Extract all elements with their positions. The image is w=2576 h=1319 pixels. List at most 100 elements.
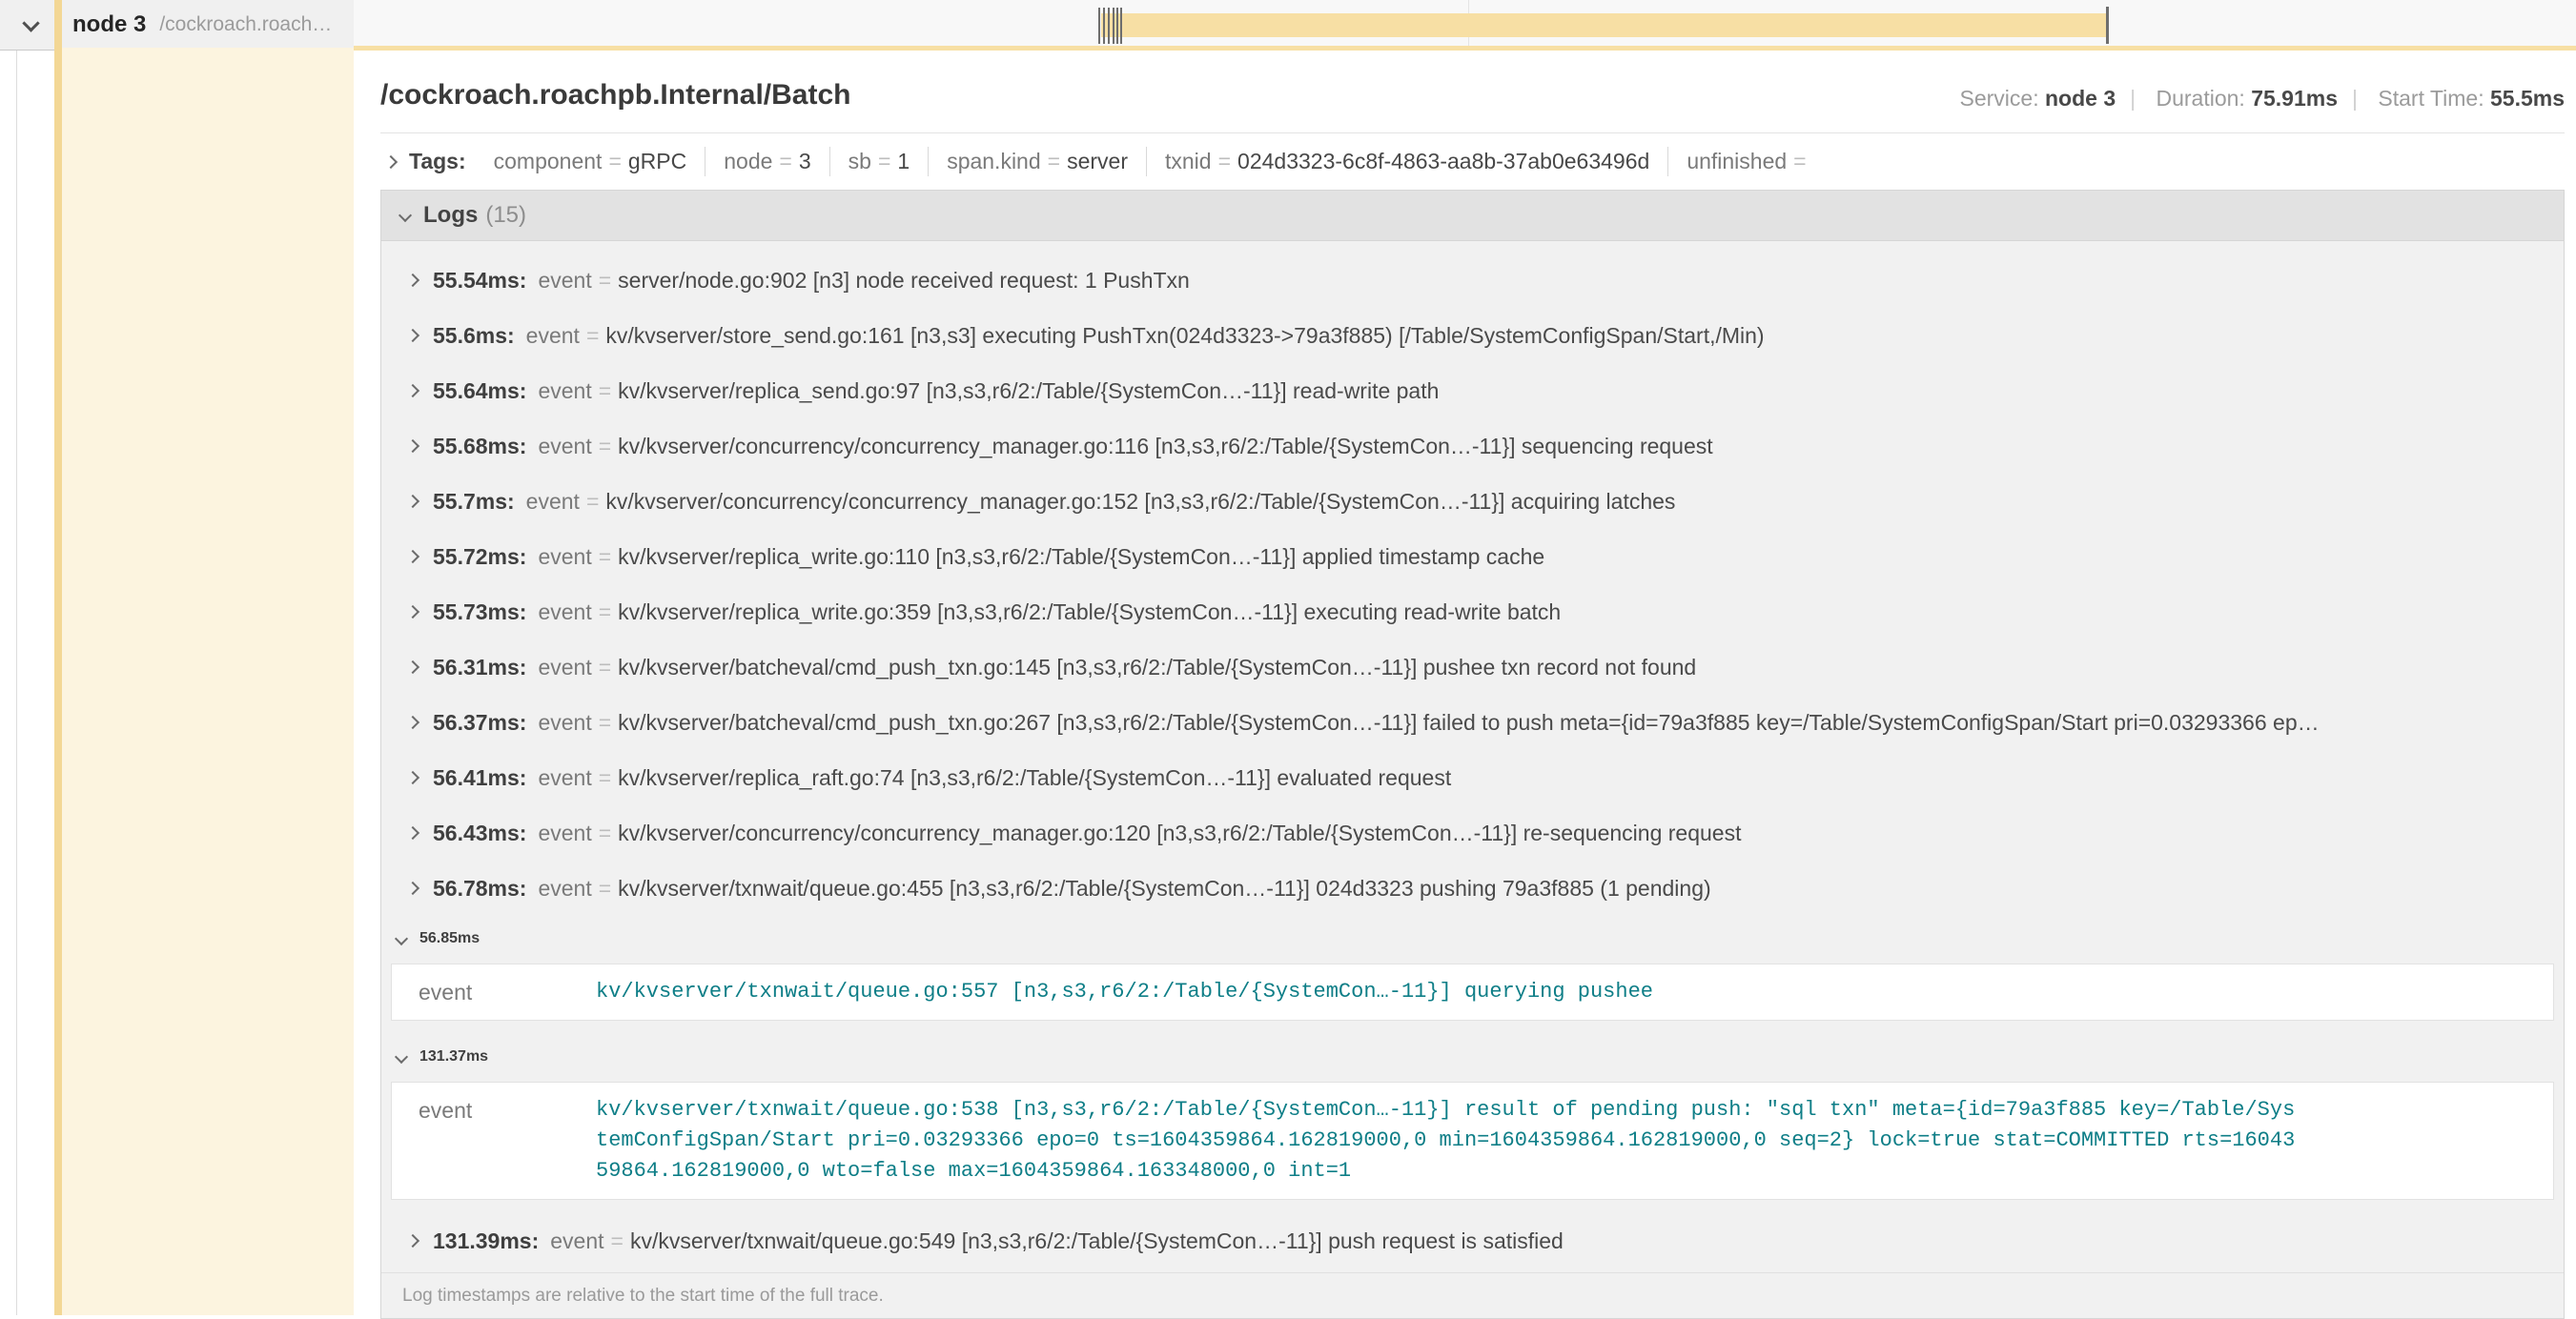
log-marker-icon: [1103, 8, 1105, 44]
tag-key: node: [724, 149, 772, 173]
tag-value: 024d3323-6c8f-4863-aa8b-37ab0e63496d: [1237, 149, 1649, 173]
log-detail-box: event kv/kvserver/txnwait/queue.go:557 […: [391, 964, 2554, 1021]
log-detail-box: event kv/kvserver/txnwait/queue.go:538 […: [391, 1082, 2554, 1200]
log-time: 56.31ms:: [433, 655, 526, 680]
log-field-key: event: [392, 977, 596, 1007]
log-time: 55.72ms:: [433, 544, 526, 570]
log-entry[interactable]: 56.85ms: [381, 916, 2564, 962]
log-time: 55.64ms:: [433, 378, 526, 404]
log-field-key: event: [550, 1228, 603, 1254]
log-field-value: kv/kvserver/concurrency/concurrency_mana…: [605, 489, 1675, 515]
log-entry[interactable]: 56.41ms: event = kv/kvserver/replica_raf…: [381, 750, 2564, 805]
log-marker-icon: [1098, 8, 1100, 44]
tag-key: component: [494, 149, 603, 173]
tag-value: 3: [799, 149, 811, 173]
log-entry[interactable]: 56.43ms: event = kv/kvserver/concurrency…: [381, 805, 2564, 861]
span-detail-panel: /cockroach.roachpb.Internal/Batch Servic…: [354, 46, 2576, 1315]
log-entry[interactable]: 55.7ms: event = kv/kvserver/concurrency/…: [381, 474, 2564, 529]
chevron-right-icon: [406, 274, 419, 287]
log-time: 56.78ms:: [433, 876, 526, 902]
span-service-name: node 3: [72, 11, 146, 38]
logs-count: (15): [485, 202, 526, 229]
logs-accordion-toggle[interactable]: Logs (15): [381, 191, 2564, 241]
log-entry[interactable]: 55.54ms: event = server/node.go:902 [n3]…: [381, 253, 2564, 308]
log-field-key: event: [538, 876, 591, 902]
equals-sign: =: [599, 434, 611, 459]
log-entry[interactable]: 55.68ms: event = kv/kvserver/concurrency…: [381, 418, 2564, 474]
start-time-label: Start Time:: [2378, 86, 2484, 111]
equals-sign: =: [878, 149, 890, 173]
chevron-right-icon: [406, 439, 419, 453]
equals-sign: =: [1793, 149, 1806, 173]
log-entry[interactable]: 131.39ms: event = kv/kvserver/txnwait/qu…: [381, 1213, 2564, 1268]
span-name-cell[interactable]: node 3 /cockroach.roach…: [0, 0, 354, 51]
chevron-right-icon: [406, 1234, 419, 1248]
log-entry[interactable]: 55.64ms: event = kv/kvserver/replica_sen…: [381, 363, 2564, 418]
log-entry[interactable]: 56.78ms: event = kv/kvserver/txnwait/que…: [381, 861, 2564, 916]
start-time-value: 55.5ms: [2490, 86, 2565, 111]
log-marker-icon: [1108, 8, 1110, 44]
tags-label: Tags:: [409, 149, 466, 174]
log-entry[interactable]: 56.31ms: event = kv/kvserver/batcheval/c…: [381, 639, 2564, 695]
tag-item: component=gRPC: [476, 147, 706, 176]
span-timeline-cell[interactable]: 75.91ms: [354, 0, 2576, 51]
chevron-down-icon: [395, 1050, 408, 1064]
selected-row-highlight: [61, 48, 354, 1315]
equals-sign: =: [599, 876, 611, 902]
log-time: 55.6ms:: [433, 323, 515, 349]
tag-item: sb=1: [830, 147, 930, 176]
equals-sign: =: [779, 149, 791, 173]
service-label: Service:: [1960, 86, 2039, 111]
log-time: 56.37ms:: [433, 710, 526, 736]
tag-key: unfinished: [1687, 149, 1787, 173]
overview-divider: |: [2352, 86, 2358, 111]
equals-sign: =: [599, 544, 611, 570]
log-entry[interactable]: 55.6ms: event = kv/kvserver/store_send.g…: [381, 308, 2564, 363]
tag-key: sb: [848, 149, 871, 173]
chevron-right-icon: [406, 495, 419, 508]
chevron-right-icon: [384, 154, 398, 168]
log-time: 56.85ms: [419, 930, 480, 947]
log-marker-icon: [1113, 8, 1114, 44]
equals-sign: =: [611, 1228, 624, 1254]
equals-sign: =: [608, 149, 621, 173]
chevron-right-icon: [406, 329, 419, 342]
log-entry[interactable]: 131.37ms: [381, 1034, 2564, 1080]
log-field-key: event: [538, 378, 591, 404]
tags-accordion-toggle[interactable]: Tags: component=gRPC node=3 sb=1 span.ki…: [380, 133, 2565, 188]
equals-sign: =: [599, 378, 611, 404]
chevron-right-icon: [406, 826, 419, 840]
span-color-accent: [54, 0, 62, 1315]
equals-sign: =: [586, 489, 599, 515]
log-entry[interactable]: 55.73ms: event = kv/kvserver/replica_wri…: [381, 584, 2564, 639]
log-time: 55.73ms:: [433, 599, 526, 625]
chevron-down-icon[interactable]: [22, 14, 39, 31]
log-time: 55.54ms:: [433, 268, 526, 294]
chevron-right-icon: [406, 882, 419, 895]
tag-item: txnid=024d3323-6c8f-4863-aa8b-37ab0e6349…: [1147, 147, 1668, 176]
timeline-span-row[interactable]: node 3 /cockroach.roach… 75.91ms: [0, 0, 2576, 51]
log-field-key: event: [538, 434, 591, 459]
logs-section: Logs (15) 55.54ms: event = server/node.g…: [380, 190, 2565, 1319]
log-field-key: event: [392, 1095, 596, 1187]
log-entry[interactable]: 55.72ms: event = kv/kvserver/replica_wri…: [381, 529, 2564, 584]
span-operation-name: /cockroach.roach…: [159, 13, 332, 36]
log-field-key: event: [538, 599, 591, 625]
log-field-value: kv/kvserver/replica_write.go:110 [n3,s3,…: [618, 544, 1544, 570]
log-field-value: kv/kvserver/txnwait/queue.go:549 [n3,s3,…: [630, 1228, 1564, 1254]
log-field-value: kv/kvserver/txnwait/queue.go:455 [n3,s3,…: [618, 876, 1711, 902]
log-field-value: kv/kvserver/replica_raft.go:74 [n3,s3,r6…: [618, 765, 1451, 791]
log-time: 56.43ms:: [433, 821, 526, 846]
span-bar[interactable]: [1101, 13, 2106, 37]
log-marker-icon: [1120, 8, 1122, 44]
log-field-key: event: [538, 544, 591, 570]
tag-key: span.kind: [947, 149, 1040, 173]
log-field-value: kv/kvserver/batcheval/cmd_push_txn.go:14…: [618, 655, 1696, 680]
log-field-value: kv/kvserver/concurrency/concurrency_mana…: [618, 434, 1712, 459]
chevron-right-icon: [406, 660, 419, 674]
service-value: node 3: [2045, 86, 2116, 111]
log-time: 55.68ms:: [433, 434, 526, 459]
log-entry[interactable]: 56.37ms: event = kv/kvserver/batcheval/c…: [381, 695, 2564, 750]
log-field-key: event: [538, 268, 591, 294]
log-entry-expanded: 131.37ms event kv/kvserver/txnwait/queue…: [381, 1034, 2564, 1200]
